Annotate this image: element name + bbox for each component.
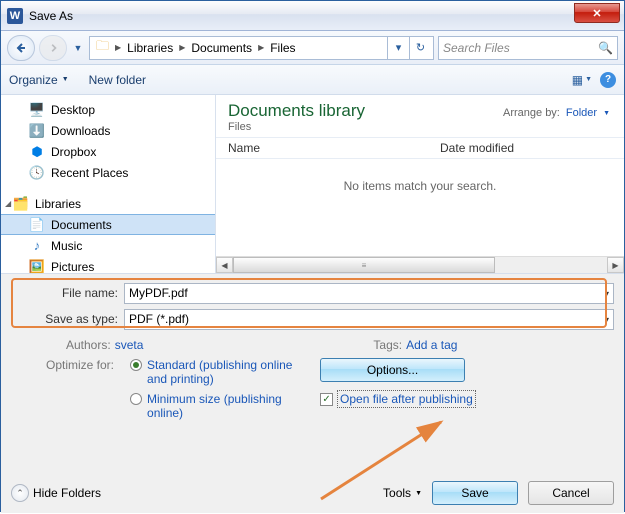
nav-row: ▼ 🗀 ▶ Libraries ▶ Documents ▶ Files ▾ ↻ … (1, 31, 624, 65)
checkbox-icon: ✓ (320, 393, 333, 406)
refresh-button[interactable]: ↻ (409, 37, 431, 59)
open-after-checkbox[interactable]: ✓ Open file after publishing (320, 390, 614, 408)
sidebar-item-desktop[interactable]: 🖥️Desktop (1, 99, 215, 120)
breadcrumb-dropdown[interactable]: ▾ (387, 37, 409, 59)
hide-folders-button[interactable]: ⌃ Hide Folders (11, 484, 101, 502)
optimize-label: Optimize for: (46, 358, 114, 426)
nav-history-dropdown[interactable]: ▼ (71, 39, 85, 57)
optimize-minimum-radio[interactable]: Minimum size (publishing online) (130, 392, 310, 420)
save-as-dialog: W Save As ✕ ▼ 🗀 ▶ Libraries ▶ Documents … (0, 0, 625, 512)
recent-icon: 🕓 (29, 165, 45, 181)
expand-icon[interactable]: ◢ (5, 199, 11, 208)
tools-menu[interactable]: Tools ▼ (383, 486, 422, 500)
folder-icon: 🗀 (96, 37, 109, 59)
chevron-down-icon: ▼ (62, 76, 69, 83)
chevron-down-icon: ▼ (415, 490, 422, 497)
optimize-standard-radio[interactable]: Standard (publishing online and printing… (130, 358, 310, 386)
sidebar-item-recent[interactable]: 🕓Recent Places (1, 162, 215, 183)
scroll-right-button[interactable]: ▶ (607, 257, 624, 273)
cancel-button[interactable]: Cancel (528, 481, 614, 505)
empty-message: No items match your search. (216, 159, 624, 213)
libraries-icon: 🗂️ (13, 196, 29, 212)
organize-menu[interactable]: Organize ▼ (9, 73, 69, 87)
scroll-thumb[interactable]: ≡ (233, 257, 495, 273)
new-folder-button[interactable]: New folder (89, 73, 146, 87)
main-area: 🖥️Desktop ⬇️Downloads ⬢Dropbox 🕓Recent P… (1, 95, 624, 273)
authors-field[interactable]: Authors:sveta (66, 338, 143, 352)
chevron-right-icon[interactable]: ▶ (256, 43, 266, 52)
desktop-icon: 🖥️ (29, 102, 45, 118)
tags-field[interactable]: Tags:Add a tag (373, 338, 457, 352)
save-button[interactable]: Save (432, 481, 518, 505)
sidebar-item-downloads[interactable]: ⬇️Downloads (1, 120, 215, 141)
sidebar-item-music[interactable]: ♪Music (1, 235, 215, 256)
breadcrumb-segment-documents[interactable]: Documents (187, 37, 256, 59)
chevron-down-icon: ▼ (603, 110, 610, 117)
sidebar-item-dropbox[interactable]: ⬢Dropbox (1, 141, 215, 162)
breadcrumb-segment-libraries[interactable]: Libraries (123, 37, 177, 59)
search-placeholder: Search Files (443, 41, 510, 55)
window-title: Save As (29, 9, 73, 23)
save-type-label: Save as type: (11, 312, 124, 326)
chevron-down-icon[interactable]: ▾ (605, 289, 609, 298)
column-headers[interactable]: Name Date modified (216, 137, 624, 159)
dropbox-icon: ⬢ (29, 144, 45, 160)
chevron-right-icon[interactable]: ▶ (113, 43, 123, 52)
word-app-icon: W (7, 8, 23, 24)
options-button[interactable]: Options... (320, 358, 465, 382)
sidebar-item-pictures[interactable]: 🖼️Pictures (1, 256, 215, 273)
chevron-right-icon[interactable]: ▶ (177, 43, 187, 52)
scroll-track[interactable]: ≡ (233, 257, 607, 273)
breadcrumb-root[interactable]: 🗀 (92, 37, 113, 59)
nav-forward-button[interactable] (39, 35, 67, 61)
file-name-label: File name: (11, 286, 124, 300)
radio-icon (130, 359, 142, 371)
form-area: File name: MyPDF.pdf ▾ Save as type: PDF… (1, 273, 624, 513)
horizontal-scrollbar[interactable]: ◀ ≡ ▶ (216, 256, 624, 273)
toolbar: Organize ▼ New folder ▦▼ ? (1, 65, 624, 95)
close-button[interactable]: ✕ (574, 3, 620, 23)
scroll-left-button[interactable]: ◀ (216, 257, 233, 273)
sidebar: 🖥️Desktop ⬇️Downloads ⬢Dropbox 🕓Recent P… (1, 95, 216, 273)
collapse-icon: ⌃ (11, 484, 29, 502)
help-icon[interactable]: ? (600, 72, 616, 88)
download-icon: ⬇️ (29, 123, 45, 139)
document-icon: 📄 (29, 217, 45, 233)
titlebar: W Save As ✕ (1, 1, 624, 31)
column-name[interactable]: Name (228, 141, 260, 155)
sidebar-libraries-header[interactable]: ◢🗂️Libraries (1, 193, 215, 214)
file-name-input[interactable]: MyPDF.pdf ▾ (124, 283, 614, 304)
sidebar-item-documents[interactable]: 📄Documents (1, 214, 215, 235)
search-input[interactable]: Search Files 🔍 (438, 36, 618, 60)
pictures-icon: 🖼️ (29, 259, 45, 274)
search-icon: 🔍 (598, 41, 613, 55)
view-options-button[interactable]: ▦▼ (572, 73, 592, 87)
save-type-dropdown[interactable]: PDF (*.pdf) ▾ (124, 309, 614, 330)
nav-back-button[interactable] (7, 35, 35, 61)
music-icon: ♪ (29, 238, 45, 254)
file-listing: Documents library Files Arrange by: Fold… (216, 95, 624, 273)
radio-icon (130, 393, 142, 405)
arrange-by[interactable]: Arrange by: Folder ▼ (503, 107, 610, 119)
library-subtitle: Files (228, 121, 612, 133)
breadcrumb-segment-files[interactable]: Files (266, 37, 299, 59)
chevron-down-icon[interactable]: ▾ (605, 315, 609, 324)
column-date[interactable]: Date modified (440, 141, 514, 155)
breadcrumb-bar[interactable]: 🗀 ▶ Libraries ▶ Documents ▶ Files ▾ ↻ (89, 36, 434, 60)
